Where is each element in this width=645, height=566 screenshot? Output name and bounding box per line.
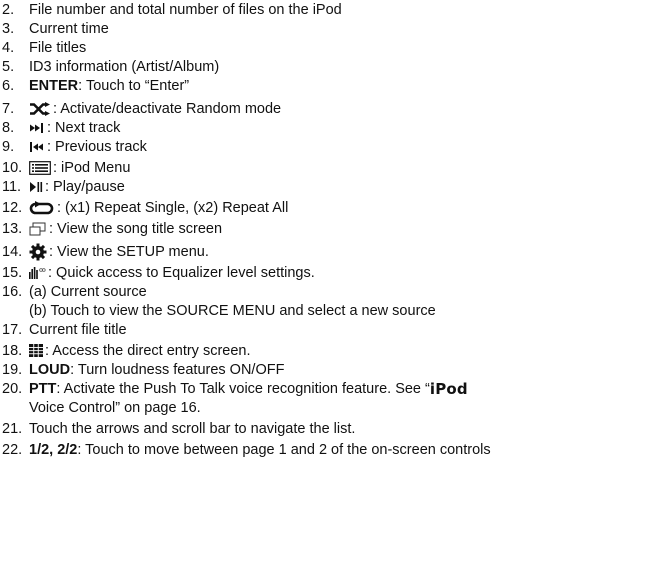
item-number: 3. bbox=[2, 20, 15, 37]
list-item: 12. : (x1) Repeat Single, (x2) Repeat Al… bbox=[0, 198, 645, 217]
item-text: File titles bbox=[29, 39, 87, 56]
previous-track-icon bbox=[29, 141, 45, 152]
item-number: 5. bbox=[2, 58, 15, 75]
list-item: 17. Current file title bbox=[0, 320, 645, 339]
item-text: : Quick access to Equalizer level settin… bbox=[48, 264, 315, 281]
item-number: 2. bbox=[2, 1, 15, 18]
list-item: 7. : Activate/deactivate Random mode bbox=[0, 99, 645, 118]
item-text: : Play/pause bbox=[45, 178, 125, 195]
item-number: 12. bbox=[2, 199, 23, 216]
setup-gear-icon bbox=[29, 243, 47, 261]
item-text: : Activate/deactivate Random mode bbox=[53, 100, 282, 117]
item-number: 15. bbox=[2, 264, 23, 281]
item-text: : Activate the Push To Talk voice recogn… bbox=[56, 380, 430, 397]
item-text: : iPod Menu bbox=[53, 159, 131, 176]
list-item: 10. : iPod Menu bbox=[0, 158, 645, 177]
item-number: 22. bbox=[2, 441, 23, 458]
next-track-icon bbox=[29, 122, 45, 133]
item-text: (a) Current source bbox=[29, 283, 147, 300]
item-text: ID3 information (Artist/Album) bbox=[29, 58, 220, 75]
list-item: 20. PTT: Activate the Push To Talk voice… bbox=[0, 379, 645, 398]
item-subtext: (b) Touch to view the SOURCE MENU and se… bbox=[29, 302, 436, 319]
equalizer-icon bbox=[29, 266, 46, 279]
item-keyword: PTT bbox=[29, 380, 57, 397]
item-text: Touch the arrows and scroll bar to navig… bbox=[29, 420, 356, 437]
list-item-continuation: (b) Touch to view the SOURCE MENU and se… bbox=[0, 301, 645, 320]
item-number: 16. bbox=[2, 283, 23, 300]
item-text: Current file title bbox=[29, 321, 127, 338]
item-number: 8. bbox=[2, 119, 15, 136]
item-number: 7. bbox=[2, 100, 15, 117]
direct-entry-grid-icon bbox=[29, 344, 43, 357]
item-text: Current time bbox=[29, 20, 109, 37]
item-number: 11. bbox=[2, 178, 22, 195]
item-text: : View the SETUP menu. bbox=[49, 243, 209, 260]
item-text: : View the song title screen bbox=[49, 220, 223, 237]
item-text: : Next track bbox=[47, 119, 121, 136]
list-item: 13. : View the song title screen bbox=[0, 219, 645, 238]
list-item: 14. : View the SETUP menu. bbox=[0, 242, 645, 261]
item-text: : Previous track bbox=[47, 138, 147, 155]
song-title-screen-icon bbox=[29, 222, 47, 236]
list-item: 6. ENTER: Touch to “Enter” bbox=[0, 76, 645, 95]
repeat-icon bbox=[29, 200, 55, 215]
item-number: 18. bbox=[2, 342, 23, 359]
item-keyword: LOUD bbox=[29, 361, 71, 378]
item-text: : Turn loudness features ON/OFF bbox=[70, 361, 285, 378]
list-item-continuation: Voice Control” on page 16. bbox=[0, 398, 645, 417]
item-number: 4. bbox=[2, 39, 15, 56]
item-subtext: Voice Control” on page 16. bbox=[29, 399, 201, 416]
item-number: 21. bbox=[2, 420, 23, 437]
list-item: 9. : Previous track bbox=[0, 137, 645, 156]
item-number: 17. bbox=[2, 321, 23, 338]
item-number: 6. bbox=[2, 77, 15, 94]
list-item: 15. : Quick access to Equalizer level se… bbox=[0, 263, 645, 282]
shuffle-icon bbox=[29, 101, 51, 116]
list-item: 16. (a) Current source bbox=[0, 282, 645, 301]
ipod-brand-text: iPod bbox=[429, 379, 468, 398]
item-number: 19. bbox=[2, 361, 23, 378]
item-number: 20. bbox=[2, 380, 23, 397]
item-number: 10. bbox=[2, 159, 23, 176]
list-item: 2. File number and total number of files… bbox=[0, 0, 645, 19]
item-number: 13. bbox=[2, 220, 23, 237]
item-number: 9. bbox=[2, 138, 15, 155]
item-text: : Touch to “Enter” bbox=[78, 77, 190, 94]
list-item: 21. Touch the arrows and scroll bar to n… bbox=[0, 419, 645, 438]
list-item: 19. LOUD: Turn loudness features ON/OFF bbox=[0, 360, 645, 379]
list-item: 22. 1/2, 2/2: Touch to move between page… bbox=[0, 440, 645, 459]
list-item: 8. : Next track bbox=[0, 118, 645, 137]
item-keyword: 1/2, 2/2 bbox=[29, 441, 78, 458]
list-item: 11. : Play/pause bbox=[0, 177, 645, 196]
list-item: 18. : Access the direct entry screen. bbox=[0, 341, 645, 360]
ipod-menu-icon bbox=[29, 160, 51, 175]
list-item: 5. ID3 information (Artist/Album) bbox=[0, 57, 645, 76]
item-text: : Access the direct entry screen. bbox=[45, 342, 251, 359]
item-text: : Touch to move between page 1 and 2 of … bbox=[77, 441, 491, 458]
play-pause-icon bbox=[29, 181, 43, 193]
numbered-list: 2. File number and total number of files… bbox=[0, 0, 645, 459]
item-number: 14. bbox=[2, 243, 23, 260]
item-text: File number and total number of files on… bbox=[29, 1, 342, 18]
item-text: : (x1) Repeat Single, (x2) Repeat All bbox=[57, 199, 289, 216]
list-item: 4. File titles bbox=[0, 38, 645, 57]
list-item: 3. Current time bbox=[0, 19, 645, 38]
item-keyword: ENTER bbox=[29, 77, 79, 94]
